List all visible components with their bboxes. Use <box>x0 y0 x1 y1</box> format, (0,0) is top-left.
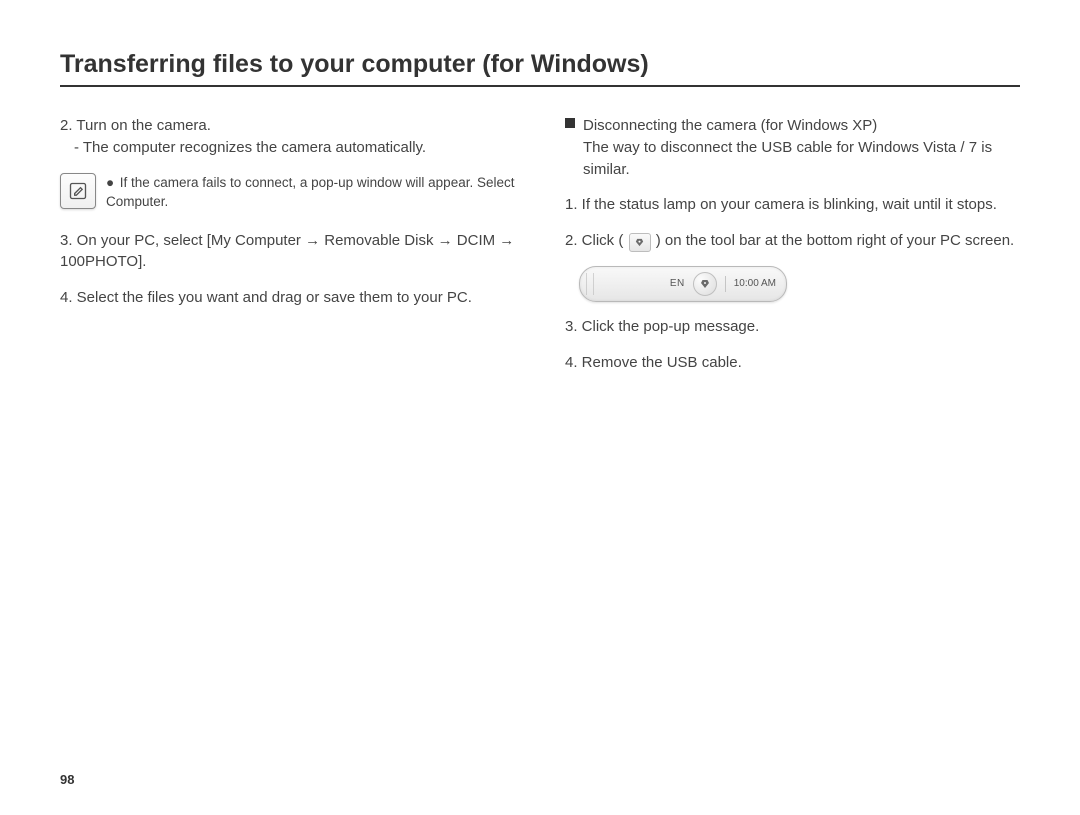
right-column: Disconnecting the camera (for Windows XP… <box>565 115 1020 388</box>
step-2-text: 2. Turn on the camera. <box>60 115 515 137</box>
disconnect-subtext: The way to disconnect the USB cable for … <box>583 139 992 178</box>
tray-clock: 10:00 AM <box>734 277 776 292</box>
disconnect-step-1: 1. If the status lamp on your camera is … <box>565 194 1020 216</box>
tray-safely-remove-icon <box>693 272 717 296</box>
page-number: 98 <box>60 772 74 787</box>
step-3-text: 3. On your PC, select [My Computer → Rem… <box>60 230 515 274</box>
two-column-layout: 2. Turn on the camera. - The computer re… <box>60 115 1020 388</box>
step2-part-a: 2. Click ( <box>565 232 623 249</box>
note-text: ● If the camera fails to connect, a pop-… <box>106 173 515 212</box>
page-title: Transferring files to your computer (for… <box>60 50 1020 87</box>
manual-page: Transferring files to your computer (for… <box>0 0 1080 815</box>
step2-part-b: ) on the tool bar at the bottom right of… <box>656 232 1015 249</box>
note-box: ● If the camera fails to connect, a pop-… <box>60 173 515 212</box>
disconnect-step-2: 2. Click ( ) on the tool bar at the bott… <box>565 230 1020 252</box>
left-column: 2. Turn on the camera. - The computer re… <box>60 115 515 388</box>
step-2-block: 2. Turn on the camera. - The computer re… <box>60 115 515 159</box>
pencil-note-icon <box>60 173 96 209</box>
bullet-icon: ● <box>106 173 116 193</box>
system-tray: EN 10:00 AM <box>579 266 787 302</box>
step-4-text: 4. Select the files you want and drag or… <box>60 287 515 309</box>
section-heading-text: Disconnecting the camera (for Windows XP… <box>583 115 1020 180</box>
tray-separator <box>725 276 726 292</box>
section-heading-row: Disconnecting the camera (for Windows XP… <box>565 115 1020 180</box>
disconnect-step-4: 4. Remove the USB cable. <box>565 352 1020 374</box>
disconnect-heading: Disconnecting the camera (for Windows XP… <box>583 117 877 134</box>
tray-language-indicator: EN <box>670 277 685 292</box>
square-bullet-icon <box>565 118 575 128</box>
note-content: If the camera fails to connect, a pop-up… <box>106 175 514 210</box>
step-2-subtext: - The computer recognizes the camera aut… <box>60 137 515 159</box>
system-tray-illustration: EN 10:00 AM <box>579 266 1020 302</box>
disconnect-step-3: 3. Click the pop-up message. <box>565 316 1020 338</box>
safely-remove-hardware-icon <box>629 233 651 252</box>
tray-grip-icon <box>586 273 594 295</box>
